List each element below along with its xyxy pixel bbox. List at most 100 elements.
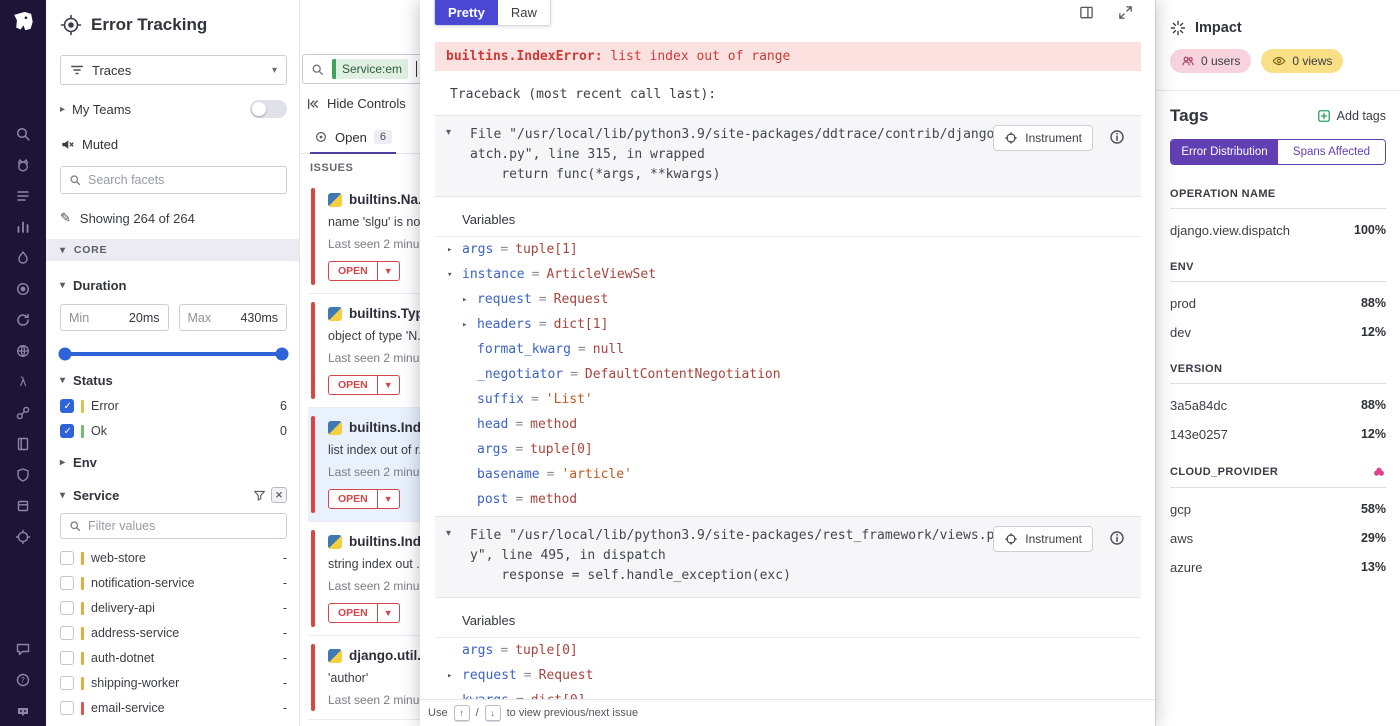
- open-in-sidepanel-icon[interactable]: [1079, 5, 1094, 20]
- env-section-header[interactable]: ▸ Env: [60, 455, 287, 470]
- variable-value: method: [530, 492, 577, 507]
- duration-slider-handle-min[interactable]: [59, 348, 72, 361]
- edit-icon[interactable]: ✎: [60, 210, 71, 226]
- expand-caret-icon[interactable]: ▸: [462, 295, 477, 305]
- facet-value-row[interactable]: dev12%: [1170, 325, 1386, 340]
- watchdog-icon[interactable]: [0, 149, 46, 180]
- variable-row[interactable]: ▸headers=dict[1]: [435, 312, 1141, 337]
- checkbox[interactable]: [60, 576, 74, 590]
- variable-row[interactable]: ▸request=Request: [435, 663, 1141, 688]
- duration-max-input[interactable]: Max 430ms: [179, 304, 288, 331]
- fullscreen-icon[interactable]: [1118, 5, 1133, 20]
- instrument-button[interactable]: Instrument: [993, 526, 1093, 552]
- facet-value-row[interactable]: 143e025712%: [1170, 427, 1386, 442]
- facet-value-row[interactable]: django.view.dispatch100%: [1170, 223, 1386, 238]
- tab-pretty[interactable]: Pretty: [435, 0, 498, 25]
- variable-row[interactable]: ▸args=tuple[1]: [435, 237, 1141, 262]
- info-icon[interactable]: [1109, 129, 1125, 145]
- core-section-header[interactable]: ▾ CORE: [46, 239, 299, 261]
- expand-caret-icon[interactable]: ▸: [462, 320, 477, 330]
- chat-icon[interactable]: [0, 633, 46, 664]
- facet-value-row[interactable]: prod88%: [1170, 296, 1386, 311]
- add-tags-button[interactable]: Add tags: [1317, 109, 1386, 123]
- my-teams-toggle[interactable]: [250, 100, 287, 118]
- search-icon[interactable]: [0, 118, 46, 149]
- integrations-icon[interactable]: [0, 490, 46, 521]
- synthetics-icon[interactable]: [0, 335, 46, 366]
- clear-facet-button[interactable]: ✕: [271, 487, 287, 503]
- duration-slider-handle-max[interactable]: [276, 348, 289, 361]
- facet-value-row[interactable]: aws29%: [1170, 531, 1386, 546]
- duration-slider[interactable]: [65, 352, 282, 356]
- variable-row[interactable]: ▸request=Request: [435, 287, 1141, 312]
- users-icon: [1181, 54, 1195, 68]
- service-option[interactable]: address-service -: [60, 626, 287, 640]
- issue-status-button[interactable]: OPEN▼: [328, 489, 400, 509]
- datadog-logo-icon[interactable]: [0, 0, 46, 46]
- expand-caret-icon[interactable]: ▸: [447, 245, 462, 255]
- apm-icon[interactable]: [0, 397, 46, 428]
- settings-icon[interactable]: [0, 521, 46, 552]
- checkbox[interactable]: [60, 676, 74, 690]
- tab-open[interactable]: Open 6: [310, 122, 396, 154]
- service-filter-input[interactable]: Filter values: [60, 513, 287, 539]
- logs-icon[interactable]: [0, 180, 46, 211]
- my-teams-row[interactable]: ▸ My Teams: [60, 100, 287, 118]
- service-option[interactable]: email-service -: [60, 701, 287, 715]
- error-distribution-tab[interactable]: Error Distribution: [1171, 140, 1278, 164]
- checkbox[interactable]: [60, 551, 74, 565]
- issue-status-button[interactable]: OPEN▼: [328, 603, 400, 623]
- status-section-header[interactable]: ▾ Status: [60, 373, 287, 388]
- serverless-icon[interactable]: λ: [0, 366, 46, 397]
- facet-value-row[interactable]: azure13%: [1170, 560, 1386, 575]
- filter-chip-service[interactable]: Service:em: [332, 59, 408, 79]
- checkbox-checked[interactable]: [60, 399, 74, 413]
- collapse-caret-icon[interactable]: ▾: [447, 270, 462, 280]
- variable-row[interactable]: ▾instance=ArticleViewSet: [435, 262, 1141, 287]
- rum-icon[interactable]: [0, 273, 46, 304]
- chevron-down-icon[interactable]: ▾: [446, 127, 451, 138]
- hide-controls-button[interactable]: Hide Controls: [306, 96, 406, 111]
- checkbox[interactable]: [60, 701, 74, 715]
- service-option[interactable]: web-store -: [60, 551, 287, 565]
- variables-header: Variables: [462, 613, 1141, 628]
- issue-status-button[interactable]: OPEN▼: [328, 375, 400, 395]
- space-invader-icon[interactable]: [0, 695, 46, 726]
- service-option[interactable]: shipping-worker -: [60, 676, 287, 690]
- info-icon[interactable]: [1109, 530, 1125, 546]
- facet-filter-icon[interactable]: [253, 489, 266, 502]
- duration-section-header[interactable]: ▾ Duration: [60, 278, 287, 293]
- variable-value: tuple[1]: [515, 242, 578, 257]
- facet-value-row[interactable]: gcp58%: [1170, 502, 1386, 517]
- facet-count: -: [283, 576, 287, 590]
- checkbox-checked[interactable]: [60, 424, 74, 438]
- metrics-icon[interactable]: [0, 211, 46, 242]
- status-option-error[interactable]: Error 6: [60, 399, 287, 413]
- status-option-ok[interactable]: Ok 0: [60, 424, 287, 438]
- facet-label: address-service: [91, 626, 179, 640]
- spans-affected-tab[interactable]: Spans Affected: [1278, 140, 1385, 164]
- search-facets-input[interactable]: Search facets: [60, 166, 287, 194]
- service-option[interactable]: delivery-api -: [60, 601, 287, 615]
- source-select[interactable]: Traces ▾: [60, 55, 287, 85]
- instrument-button[interactable]: Instrument: [993, 125, 1093, 151]
- service-option[interactable]: notification-service -: [60, 576, 287, 590]
- checkbox[interactable]: [60, 601, 74, 615]
- help-icon[interactable]: ?: [0, 664, 46, 695]
- checkbox[interactable]: [60, 651, 74, 665]
- checkbox[interactable]: [60, 626, 74, 640]
- expand-caret-icon[interactable]: ▸: [447, 671, 462, 681]
- security-icon[interactable]: [0, 459, 46, 490]
- tab-raw[interactable]: Raw: [498, 0, 550, 25]
- chevron-down-icon[interactable]: ▾: [446, 528, 451, 539]
- issue-status-button[interactable]: OPEN▼: [328, 261, 400, 281]
- profiling-icon[interactable]: [0, 242, 46, 273]
- notebooks-icon[interactable]: [0, 428, 46, 459]
- duration-min-input[interactable]: Min 20ms: [60, 304, 169, 331]
- facet-value-row[interactable]: 3a5a84dc88%: [1170, 398, 1386, 413]
- ci-pipelines-icon[interactable]: [0, 304, 46, 335]
- service-option[interactable]: auth-dotnet -: [60, 651, 287, 665]
- variable-row: _negotiator=DefaultContentNegotiation: [435, 362, 1141, 387]
- service-section-header[interactable]: ▾ Service ✕: [60, 487, 287, 503]
- muted-row[interactable]: Muted: [60, 137, 287, 152]
